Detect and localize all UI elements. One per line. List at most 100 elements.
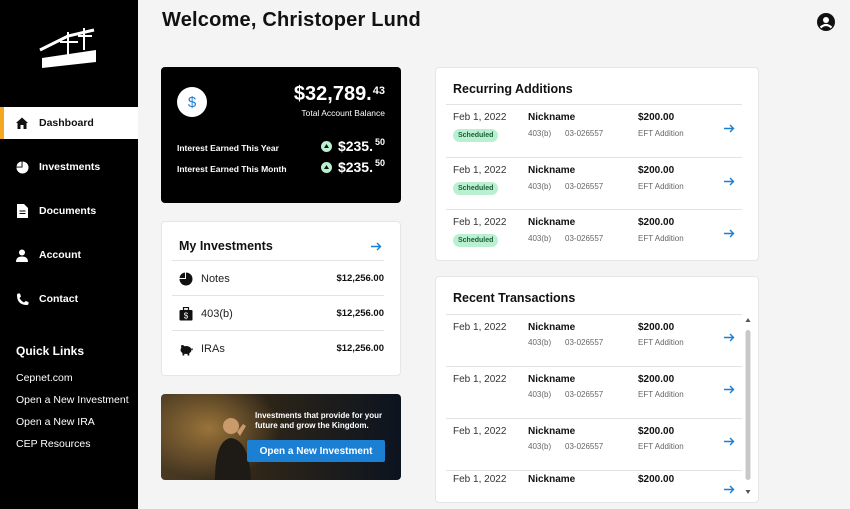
status-badge: Scheduled [453, 182, 499, 195]
investments-card: My Investments Notes $12,256.00 $ 403(b)… [161, 221, 401, 376]
sidebar-item-account[interactable]: Account [0, 239, 138, 271]
transaction-nickname: Nickname [528, 217, 576, 228]
investment-403b-label: 403(b) [201, 308, 233, 320]
investments-title: My Investments [179, 239, 273, 253]
transaction-amount: $200.00 [638, 165, 675, 176]
interest-month-label: Interest Earned This Month [177, 164, 287, 174]
transaction-nickname: Nickname [528, 165, 576, 176]
promo-text: Investments that provide for your future… [255, 411, 383, 430]
arrow-right-icon[interactable] [724, 385, 735, 394]
account-number: 03-026557 [565, 338, 604, 347]
arrow-right-icon[interactable] [724, 333, 735, 342]
divider [446, 418, 742, 419]
profile-icon[interactable] [817, 13, 835, 31]
divider [172, 330, 384, 331]
balance-card: $ $32,789.43 Total Account Balance Inter… [161, 67, 401, 203]
sidebar-item-documents[interactable]: Documents [0, 195, 138, 227]
arrow-right-icon[interactable] [724, 485, 735, 494]
up-arrow-icon [320, 162, 332, 173]
arrow-right-icon[interactable] [724, 124, 735, 133]
sidebar-item-dashboard[interactable]: Dashboard [0, 107, 138, 139]
investment-notes-label: Notes [201, 273, 230, 285]
interest-month-main: $235. [337, 159, 373, 175]
user-icon [14, 247, 30, 263]
account-number: 03-026557 [565, 390, 604, 399]
sidebar-item-label: Account [39, 249, 81, 261]
arrow-right-icon[interactable] [724, 177, 735, 186]
promo-banner[interactable]: Investments that provide for your future… [161, 394, 401, 480]
document-icon [14, 203, 30, 219]
account-number: 03-026557 [565, 234, 604, 243]
recurring-additions-card: Recurring Additions Feb 1, 2022 Schedule… [435, 67, 759, 261]
page-title: Welcome, Christoper Lund [162, 9, 421, 31]
transaction-amount: $200.00 [638, 426, 675, 437]
phone-icon [14, 291, 30, 307]
status-badge: Scheduled [453, 129, 499, 142]
divider [446, 157, 742, 158]
quick-link-open-investment[interactable]: Open a New Investment [16, 394, 129, 406]
recent-transactions-card: Recent Transactions Feb 1, 2022 Nickname… [435, 276, 759, 503]
transaction-type: EFT Addition [638, 234, 684, 243]
quick-link-open-ira[interactable]: Open a New IRA [16, 416, 95, 428]
transaction-date: Feb 1, 2022 [453, 217, 507, 228]
divider [446, 366, 742, 367]
sidebar: Dashboard Investments Documents Account … [0, 0, 138, 509]
sidebar-item-label: Investments [39, 161, 101, 173]
transaction-nickname: Nickname [528, 474, 576, 485]
total-balance-label: Total Account Balance [301, 108, 385, 118]
transaction-date: Feb 1, 2022 [453, 112, 507, 123]
transaction-nickname: Nickname [528, 112, 576, 123]
account-type: 403(b) [528, 390, 552, 399]
investment-iras-value: $12,256.00 [336, 343, 384, 354]
divider [446, 314, 742, 315]
sidebar-item-label: Contact [39, 293, 79, 305]
dollar-icon: $ [177, 87, 207, 117]
arrow-right-icon[interactable] [371, 242, 382, 251]
divider [446, 470, 742, 471]
total-balance: $32,789.43 [294, 83, 385, 106]
quick-link-cepnet[interactable]: Cepnet.com [16, 372, 73, 384]
sidebar-item-contact[interactable]: Contact [0, 283, 138, 315]
interest-year-cents: 50 [374, 137, 385, 147]
svg-text:$: $ [184, 312, 189, 321]
divider [446, 209, 742, 210]
account-type: 403(b) [528, 442, 552, 451]
total-balance-cents: 43 [372, 85, 385, 97]
divider [446, 104, 742, 105]
transaction-date: Feb 1, 2022 [453, 165, 507, 176]
recent-title: Recent Transactions [453, 291, 576, 305]
transaction-type: EFT Addition [638, 129, 684, 138]
transaction-amount: $200.00 [638, 374, 675, 385]
sidebar-item-investments[interactable]: Investments [0, 151, 138, 183]
account-type: 403(b) [528, 182, 552, 191]
interest-month-value: $235. 50 [320, 158, 385, 175]
investment-notes-value: $12,256.00 [336, 273, 384, 284]
transaction-date: Feb 1, 2022 [453, 374, 507, 385]
sidebar-item-label: Documents [39, 205, 97, 217]
quick-links-title: Quick Links [16, 344, 85, 358]
home-icon [14, 115, 30, 131]
quick-link-cep-resources[interactable]: CEP Resources [16, 438, 91, 450]
status-badge: Scheduled [453, 234, 499, 247]
recurring-title: Recurring Additions [453, 82, 573, 96]
scrollbar[interactable] [745, 318, 751, 494]
arrow-right-icon[interactable] [724, 229, 735, 238]
account-type: 403(b) [528, 129, 552, 138]
investment-iras-label: IRAs [201, 343, 225, 355]
transaction-nickname: Nickname [528, 322, 576, 333]
logo-area [0, 0, 138, 106]
account-number: 03-026557 [565, 182, 604, 191]
transaction-date: Feb 1, 2022 [453, 474, 507, 485]
transaction-nickname: Nickname [528, 374, 576, 385]
total-balance-main: $32,789. [293, 83, 372, 105]
transaction-date: Feb 1, 2022 [453, 426, 507, 437]
pie-chart-icon [179, 272, 193, 286]
piggy-bank-icon [180, 345, 193, 356]
arrow-right-icon[interactable] [724, 437, 735, 446]
divider [172, 260, 384, 261]
open-investment-button[interactable]: Open a New Investment [247, 440, 385, 462]
logo-icon[interactable] [38, 28, 100, 68]
transaction-type: EFT Addition [638, 442, 684, 451]
account-type: 403(b) [528, 338, 552, 347]
interest-month-cents: 50 [374, 158, 385, 168]
